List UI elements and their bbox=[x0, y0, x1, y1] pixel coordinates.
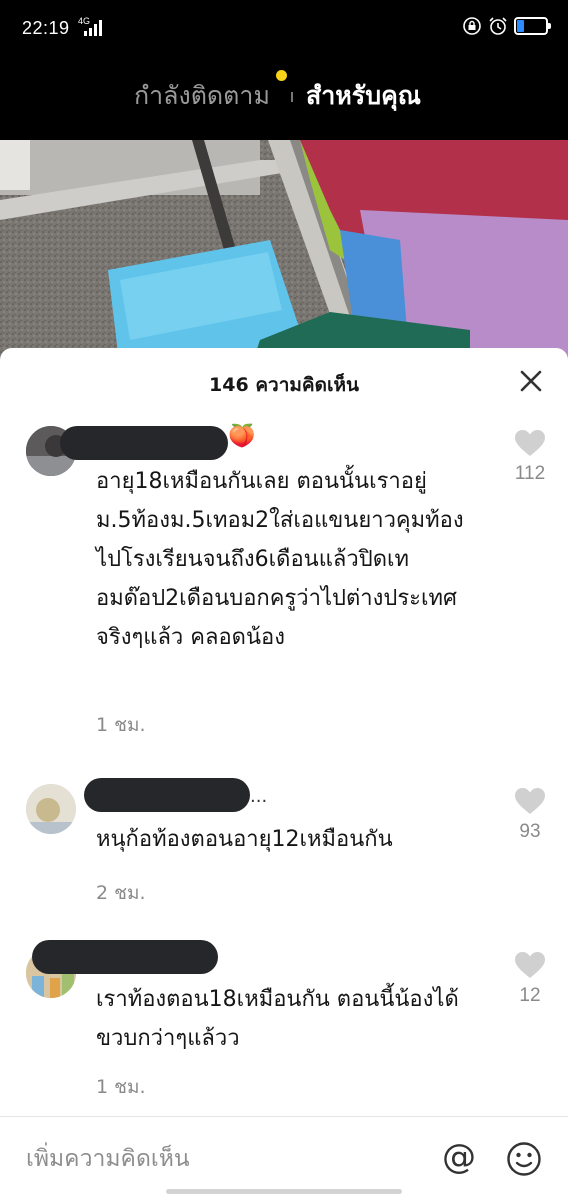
comment-item: เราท้องตอน18เหมือนกัน ตอนนี้น้องได้ขวบกว… bbox=[0, 940, 568, 1110]
close-icon[interactable] bbox=[518, 368, 544, 394]
avatar-image bbox=[26, 784, 76, 834]
video-frame bbox=[0, 140, 568, 370]
comment-time: 2 ชม. bbox=[96, 882, 146, 904]
like-button[interactable]: 12 bbox=[510, 952, 550, 1007]
like-count: 112 bbox=[514, 463, 546, 484]
video-player[interactable] bbox=[0, 140, 568, 370]
battery-level bbox=[517, 20, 524, 32]
home-indicator bbox=[166, 1189, 402, 1194]
tab-separator bbox=[291, 92, 293, 102]
username-redacted[interactable] bbox=[84, 778, 250, 812]
mention-button[interactable]: @ bbox=[442, 1137, 476, 1177]
status-bar: 22:19 4G bbox=[0, 0, 568, 60]
like-button[interactable]: 93 bbox=[510, 788, 550, 843]
comment-time: 1 ชม. bbox=[96, 714, 146, 736]
status-icons bbox=[462, 16, 551, 36]
heart-icon bbox=[515, 430, 545, 456]
peach-emoji: 🍑 bbox=[228, 424, 256, 449]
comment-text: เราท้องตอน18เหมือนกัน ตอนนี้น้องได้ขวบกว… bbox=[96, 987, 459, 1051]
signal-icon bbox=[84, 20, 102, 36]
like-button[interactable]: 112 bbox=[510, 430, 550, 485]
username-ellipsis: ... bbox=[250, 786, 268, 807]
comment-input[interactable]: เพิ่มความคิดเห็น bbox=[26, 1141, 190, 1177]
like-count: 93 bbox=[519, 821, 541, 842]
username-redacted[interactable] bbox=[32, 940, 218, 974]
like-count: 12 bbox=[519, 985, 541, 1006]
comment-item: 🍑 อายุ18เหมือนกันเลย ตอนนั้นเราอยู่ม.5ท้… bbox=[0, 420, 568, 750]
tab-following[interactable]: กำลังติดตาม bbox=[134, 76, 270, 116]
heart-icon bbox=[515, 788, 545, 814]
comment-text: หนุก้อท้องตอนอายุ12เหมือนกัน bbox=[96, 827, 393, 852]
emoji-icon[interactable] bbox=[506, 1141, 542, 1177]
comment-item: ... หนุก้อท้องตอนอายุ12เหมือนกัน 2 ชม. 9… bbox=[0, 776, 568, 916]
notification-dot bbox=[276, 70, 287, 81]
comments-sheet: 146 ความคิดเห็น 🍑 อายุ18เหมือนกันเลย ตอน… bbox=[0, 348, 568, 1200]
alarm-icon bbox=[489, 17, 507, 35]
comments-count-title: 146 ความคิดเห็น bbox=[209, 374, 359, 396]
comment-time: 1 ชม. bbox=[96, 1076, 146, 1098]
heart-icon bbox=[515, 952, 545, 978]
status-time: 22:19 bbox=[22, 18, 70, 38]
comment-text: อายุ18เหมือนกันเลย ตอนนั้นเราอยู่ม.5ท้อง… bbox=[96, 469, 464, 650]
comment-input-bar: เพิ่มความคิดเห็น @ bbox=[0, 1117, 568, 1200]
username-redacted[interactable] bbox=[60, 426, 228, 460]
battery-icon bbox=[514, 17, 551, 35]
lock-rotation-icon bbox=[463, 17, 481, 35]
avatar[interactable] bbox=[26, 784, 76, 834]
feed-tabs: กำลังติดตาม สำหรับคุณ bbox=[0, 60, 568, 140]
tab-for-you[interactable]: สำหรับคุณ bbox=[306, 76, 421, 116]
